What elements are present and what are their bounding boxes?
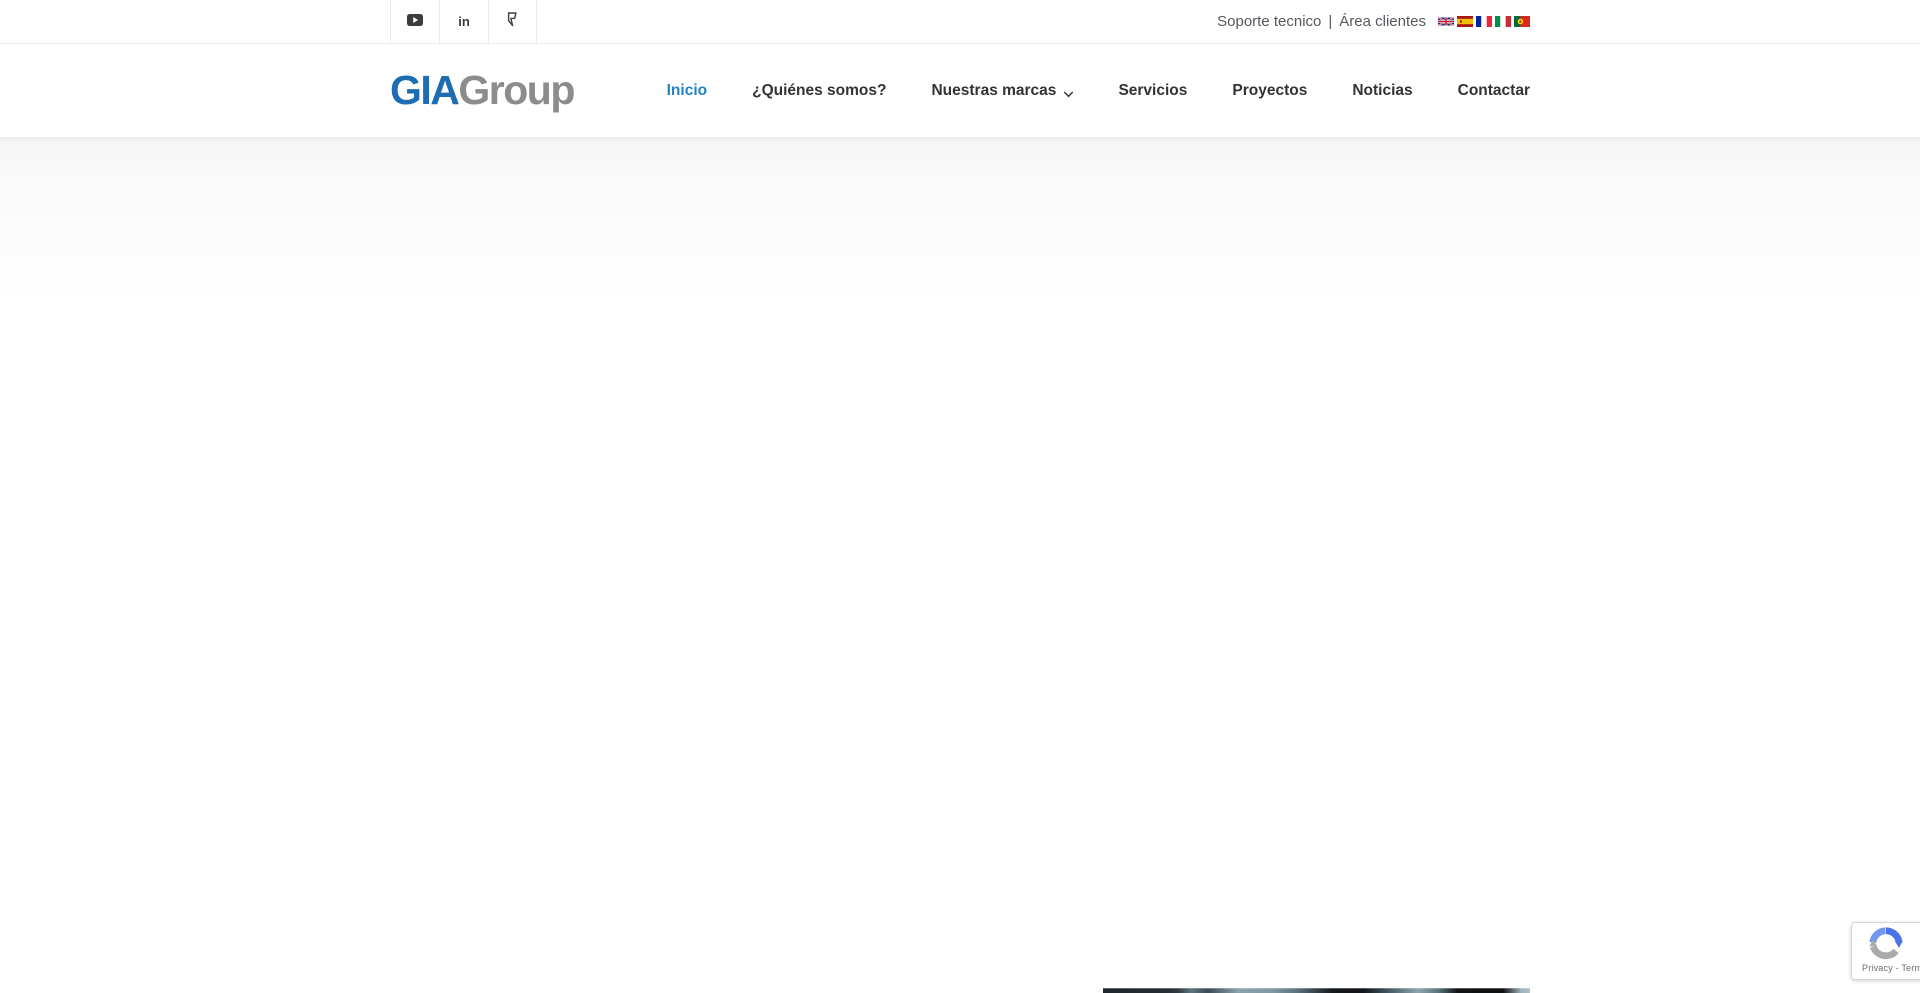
linkedin-link[interactable]: in: [439, 0, 488, 44]
foursquare-icon: [507, 12, 518, 32]
support-link[interactable]: Soporte tecnico: [1217, 13, 1321, 30]
nav-item-inicio[interactable]: Inicio: [667, 82, 707, 100]
language-italian-flag-icon[interactable]: [1495, 16, 1511, 27]
nav-item-servicios[interactable]: Servicios: [1118, 82, 1187, 100]
nav-item-noticias[interactable]: Noticias: [1352, 82, 1412, 100]
below-fold-image-strip: [1103, 988, 1530, 993]
topbar-divider: |: [1328, 13, 1332, 30]
nav-item-proyectos[interactable]: Proyectos: [1232, 82, 1307, 100]
client-area-link[interactable]: Área clientes: [1339, 13, 1426, 30]
recaptcha-icon: [1869, 927, 1903, 961]
top-utility-bar: in Soporte tecnico | Área clientes: [0, 0, 1920, 44]
recaptcha-privacy-terms[interactable]: Privacy - Terms: [1862, 963, 1920, 973]
language-portuguese-flag-icon[interactable]: [1514, 16, 1530, 27]
top-bar-container: in Soporte tecnico | Área clientes: [390, 0, 1530, 43]
site-header: GIAGroup Inicio ¿Quiénes somos? Nuestras…: [0, 44, 1920, 137]
recaptcha-badge[interactable]: Privacy - Terms: [1851, 922, 1920, 980]
main-content-area: [0, 137, 1920, 993]
page: in Soporte tecnico | Área clientes: [0, 0, 1920, 993]
top-bar-right: Soporte tecnico | Área clientes: [1217, 13, 1530, 30]
logo-text-group: Group: [458, 67, 573, 114]
language-spanish-flag-icon[interactable]: [1457, 16, 1473, 27]
nav-item-quienes-somos[interactable]: ¿Quiénes somos?: [752, 82, 886, 100]
nav-item-nuestras-marcas[interactable]: Nuestras marcas: [931, 82, 1073, 100]
youtube-link[interactable]: [390, 0, 439, 44]
nav-item-contactar[interactable]: Contactar: [1458, 82, 1530, 100]
language-french-flag-icon[interactable]: [1476, 16, 1492, 27]
linkedin-icon: in: [458, 14, 470, 29]
logo-text-gia: GIA: [390, 67, 458, 114]
youtube-icon: [407, 13, 423, 31]
main-navigation: Inicio ¿Quiénes somos? Nuestras marcas S…: [667, 82, 1530, 100]
foursquare-link[interactable]: [488, 0, 537, 44]
nav-item-nuestras-marcas-label: Nuestras marcas: [931, 82, 1056, 100]
header-container: GIAGroup Inicio ¿Quiénes somos? Nuestras…: [390, 44, 1530, 137]
language-english-flag-icon[interactable]: [1438, 16, 1454, 27]
social-links: in: [390, 0, 537, 44]
chevron-down-icon: [1064, 87, 1074, 97]
site-logo[interactable]: GIAGroup: [390, 67, 574, 114]
language-switcher: [1435, 16, 1530, 27]
